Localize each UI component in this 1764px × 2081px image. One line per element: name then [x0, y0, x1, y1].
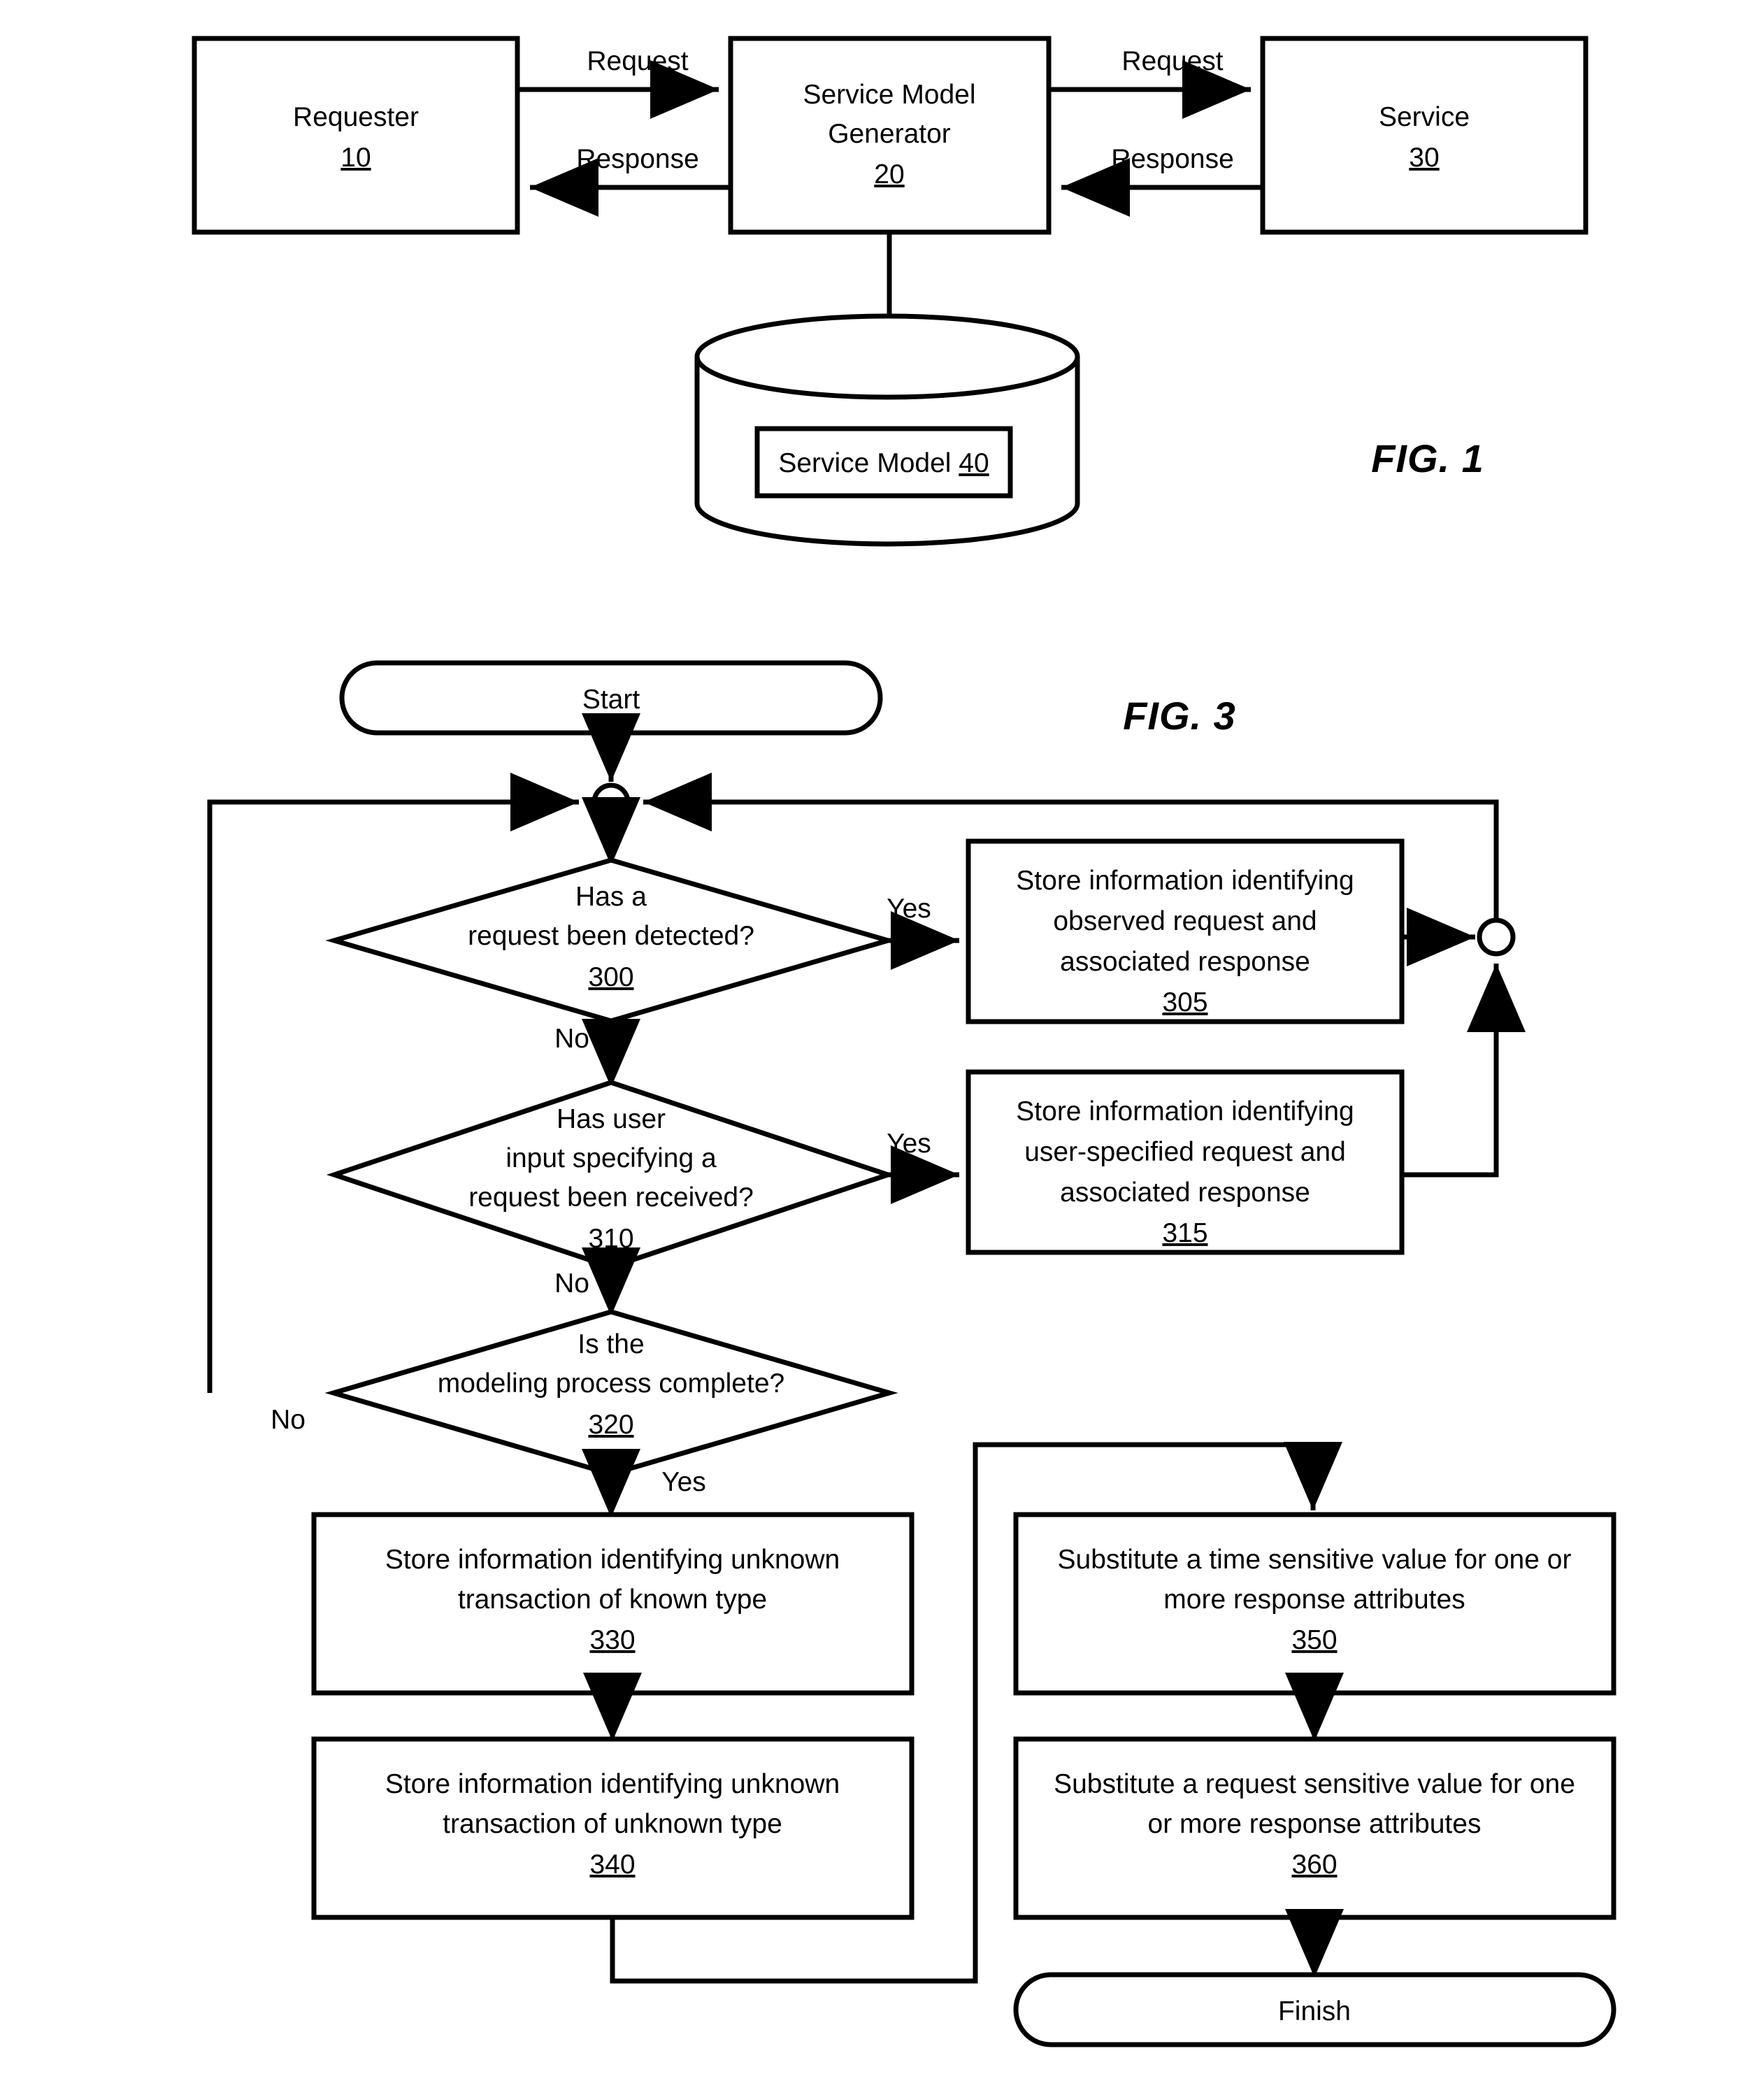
decision-310-ref-value: 310: [588, 1224, 633, 1254]
process-340-line1: Store information identifying unknown: [385, 1769, 840, 1799]
decision-320-line1: Is the: [578, 1329, 644, 1359]
decision-300-ref-value: 300: [588, 962, 633, 992]
decision-320-yes-label: Yes: [661, 1467, 706, 1497]
generator-title-line2: Generator: [828, 119, 951, 149]
generator-ref: 20: [874, 159, 904, 189]
process-305-ref: 305: [1162, 987, 1207, 1017]
process-315-ref-value: 315: [1162, 1218, 1207, 1248]
process-315-line3: associated response: [1060, 1178, 1310, 1208]
service-title: Service: [1379, 102, 1470, 132]
edge-p315-to-join: [1402, 964, 1526, 1178]
datastore-top: [694, 313, 1080, 400]
decision-300-ref: 300: [588, 962, 633, 992]
process-330-ref: 330: [589, 1625, 635, 1655]
process-305-line2: observed request and: [1053, 906, 1317, 936]
decision-300-yes-label: Yes: [887, 894, 931, 924]
process-350-line1: Substitute a time sensitive value for on…: [1058, 1545, 1572, 1575]
patent-drawing-sheet: Requester 10 Service Model Generator 20 …: [0, 0, 1764, 2081]
datastore-label-text: Service Model: [778, 448, 959, 478]
process-350-line2: more response attributes: [1163, 1585, 1465, 1615]
decision-310-ref: 310: [588, 1224, 633, 1254]
process-360-line2: or more response attributes: [1148, 1809, 1482, 1839]
process-350-ref-value: 350: [1291, 1625, 1337, 1655]
decision-320-ref: 320: [588, 1410, 633, 1440]
decision-310-no-label: No: [554, 1268, 589, 1299]
process-330-ref-value: 330: [589, 1625, 635, 1655]
datastore-label: Service Model 40: [778, 448, 989, 478]
decision-300-no-label: No: [554, 1024, 589, 1054]
process-350-ref: 350: [1291, 1625, 1337, 1655]
process-315-line2: user-specified request and: [1024, 1137, 1346, 1167]
decision-300-line1: Has a: [575, 882, 647, 912]
decision-310-line1: Has user: [557, 1104, 666, 1134]
decision-300-line2: request been detected?: [468, 921, 754, 951]
requester-ref: 10: [340, 143, 371, 173]
process-330-line1: Store information identifying unknown: [385, 1545, 840, 1575]
service-ref-value: 30: [1409, 143, 1439, 173]
process-340-line2: transaction of unknown type: [443, 1809, 782, 1839]
datastore-ref-value: 40: [959, 448, 989, 478]
decision-320-no-label: No: [271, 1405, 306, 1435]
start-label: Start: [582, 685, 640, 715]
edge-label-request-2: Request: [1121, 46, 1223, 76]
merge-node-top: [591, 782, 631, 822]
process-305-line1: Store information identifying: [1016, 866, 1354, 896]
requester-ref-value: 10: [340, 143, 371, 173]
figure-1-label: FIG. 1: [1371, 436, 1484, 480]
node-requester: [192, 36, 520, 235]
figures-svg: Requester 10 Service Model Generator 20 …: [192, 36, 1616, 2047]
generator-title-line1: Service Model: [803, 80, 975, 110]
process-305-line3: associated response: [1060, 947, 1310, 977]
edge-label-request-1: Request: [587, 46, 688, 76]
decision-320-line2: modeling process complete?: [438, 1368, 784, 1399]
process-305-ref-value: 305: [1162, 987, 1207, 1017]
requester-title: Requester: [293, 102, 419, 132]
node-service: [1260, 36, 1589, 235]
decision-320-ref-value: 320: [588, 1410, 633, 1440]
decision-310-yes-label: Yes: [887, 1129, 931, 1159]
process-360-ref-value: 360: [1291, 1850, 1337, 1880]
process-340-ref-value: 340: [589, 1850, 635, 1880]
generator-ref-value: 20: [874, 159, 904, 189]
figure-3: FIG. 3 Start Has a request been detected…: [207, 660, 1616, 2047]
decision-310-line2: input specifying a: [505, 1143, 717, 1173]
process-315-ref: 315: [1162, 1218, 1207, 1248]
finish-label: Finish: [1278, 1996, 1351, 2026]
process-360-ref: 360: [1291, 1850, 1337, 1880]
edge-label-response-1: Response: [576, 144, 699, 174]
figure-3-label: FIG. 3: [1123, 694, 1236, 738]
process-330-line2: transaction of known type: [458, 1585, 767, 1615]
figure-1: Requester 10 Service Model Generator 20 …: [192, 36, 1589, 547]
service-ref: 30: [1409, 143, 1439, 173]
process-360-line1: Substitute a request sensitive value for…: [1054, 1769, 1575, 1799]
edge-label-response-2: Response: [1111, 144, 1234, 174]
process-315-line1: Store information identifying: [1016, 1096, 1354, 1127]
process-340-ref: 340: [589, 1850, 635, 1880]
decision-310-line3: request been received?: [468, 1182, 754, 1213]
merge-node-right: [1477, 917, 1516, 957]
